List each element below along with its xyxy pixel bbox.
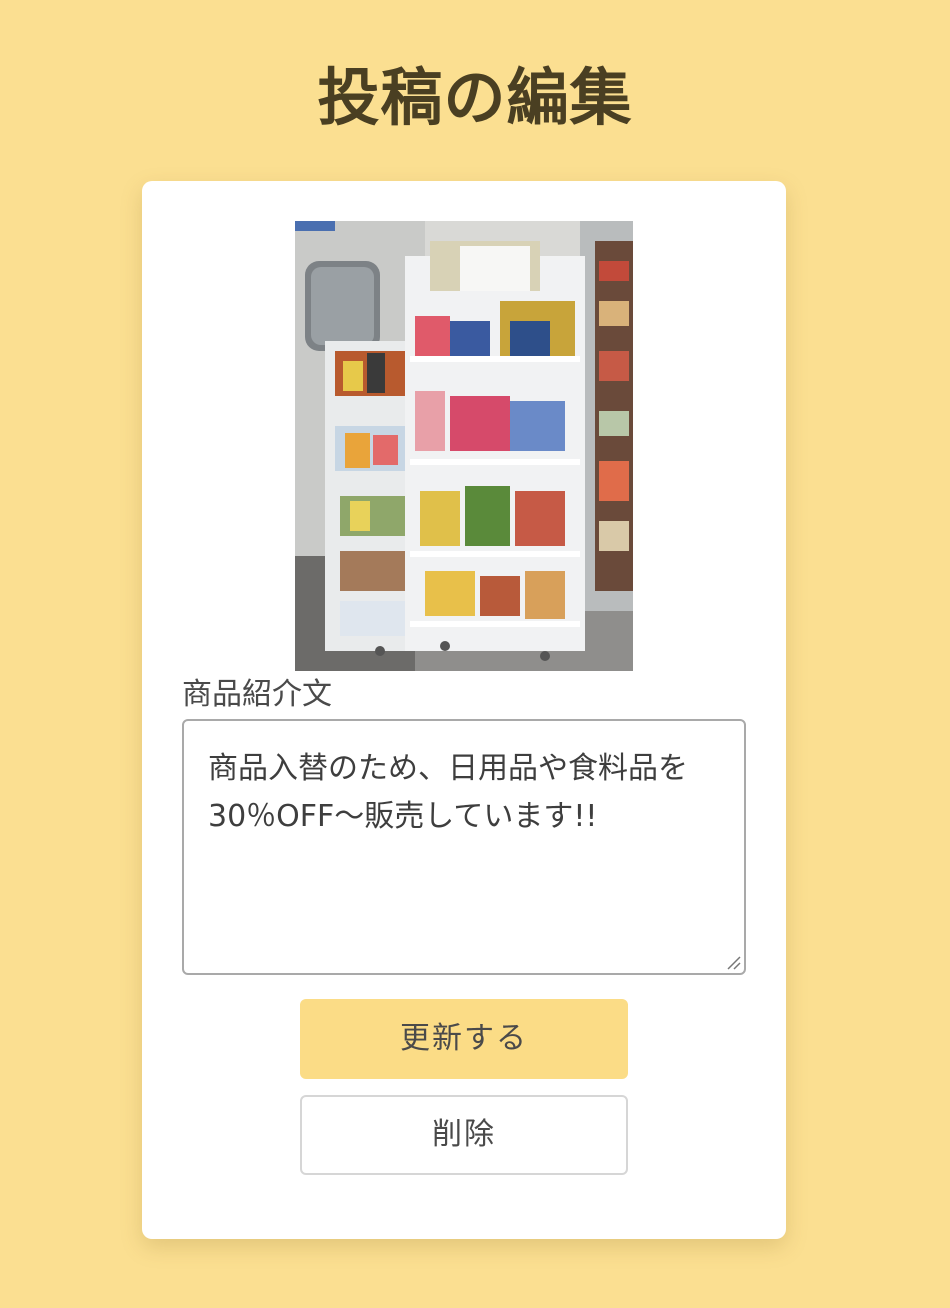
product-photo [295, 221, 633, 671]
description-label: 商品紹介文 [182, 677, 332, 712]
edit-post-card: 商品紹介文 商品入替のため、日用品や食料品を30％OFF〜販売しています!! 更… [142, 181, 786, 1239]
resize-grip-icon[interactable] [725, 954, 741, 970]
update-button[interactable]: 更新する [300, 999, 628, 1079]
description-textarea[interactable]: 商品入替のため、日用品や食料品を30％OFF〜販売しています!! [182, 719, 746, 975]
page-title: 投稿の編集 [317, 61, 633, 134]
delete-button[interactable]: 削除 [300, 1095, 628, 1175]
